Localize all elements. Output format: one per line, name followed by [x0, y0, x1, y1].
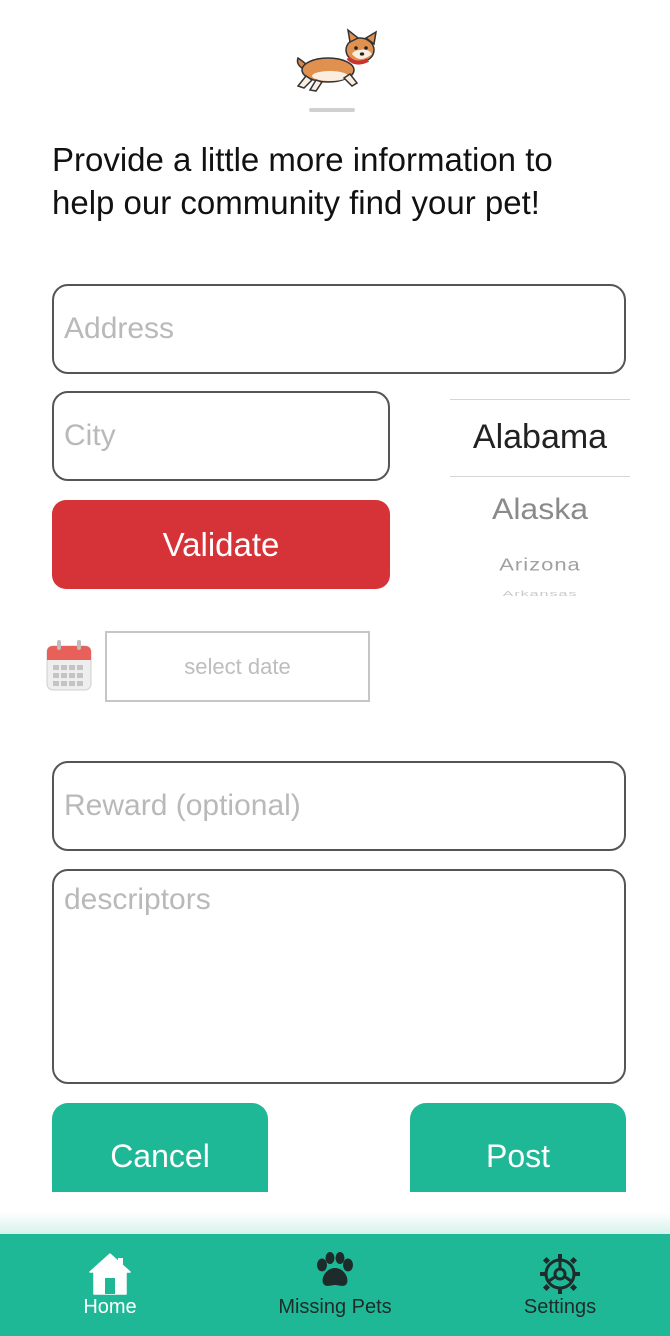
post-button[interactable]: Post — [410, 1103, 626, 1192]
header-divider — [309, 108, 355, 112]
descriptors-placeholder: descriptors — [64, 883, 211, 916]
bottom-tab-bar: Home Missing Pets Settings — [0, 1234, 670, 1336]
state-picker[interactable]: Alabama Alaska Arizona Arkansas — [450, 385, 630, 600]
cancel-button[interactable]: Cancel — [52, 1103, 268, 1192]
address-input[interactable]: Address — [52, 284, 626, 374]
validate-button[interactable]: Validate — [52, 500, 390, 589]
corgi-logo-icon — [292, 28, 384, 94]
picker-option[interactable]: Arizona — [450, 555, 630, 576]
descriptors-textarea[interactable]: descriptors — [52, 869, 626, 1084]
tab-settings-label: Settings — [523, 1296, 597, 1318]
tab-home-label: Home — [83, 1296, 137, 1318]
home-icon — [88, 1252, 132, 1301]
city-placeholder: City — [64, 419, 116, 452]
picker-option[interactable]: Arkansas — [450, 590, 630, 598]
picker-option[interactable]: Alaska — [450, 492, 630, 526]
tab-home[interactable]: Home — [10, 1234, 210, 1336]
date-input[interactable]: select date — [105, 631, 370, 702]
picker-top-line — [450, 399, 630, 400]
tab-missing-pets[interactable]: Missing Pets — [235, 1234, 435, 1336]
picker-option-selected[interactable]: Alabama — [450, 418, 630, 457]
reward-placeholder: Reward (optional) — [64, 789, 301, 822]
paw-icon — [312, 1252, 358, 1297]
address-placeholder: Address — [64, 312, 175, 345]
gear-icon — [538, 1252, 582, 1301]
tabbar-shadow — [0, 1212, 670, 1234]
calendar-icon[interactable] — [46, 640, 92, 692]
city-input[interactable]: City — [52, 391, 390, 481]
tab-settings[interactable]: Settings — [460, 1234, 660, 1336]
tab-missing-pets-label: Missing Pets — [278, 1296, 392, 1318]
reward-input[interactable]: Reward (optional) — [52, 761, 626, 851]
date-placeholder: select date — [184, 653, 291, 679]
picker-bottom-line — [450, 476, 630, 477]
intro-text: Provide a little more information to hel… — [52, 141, 553, 221]
